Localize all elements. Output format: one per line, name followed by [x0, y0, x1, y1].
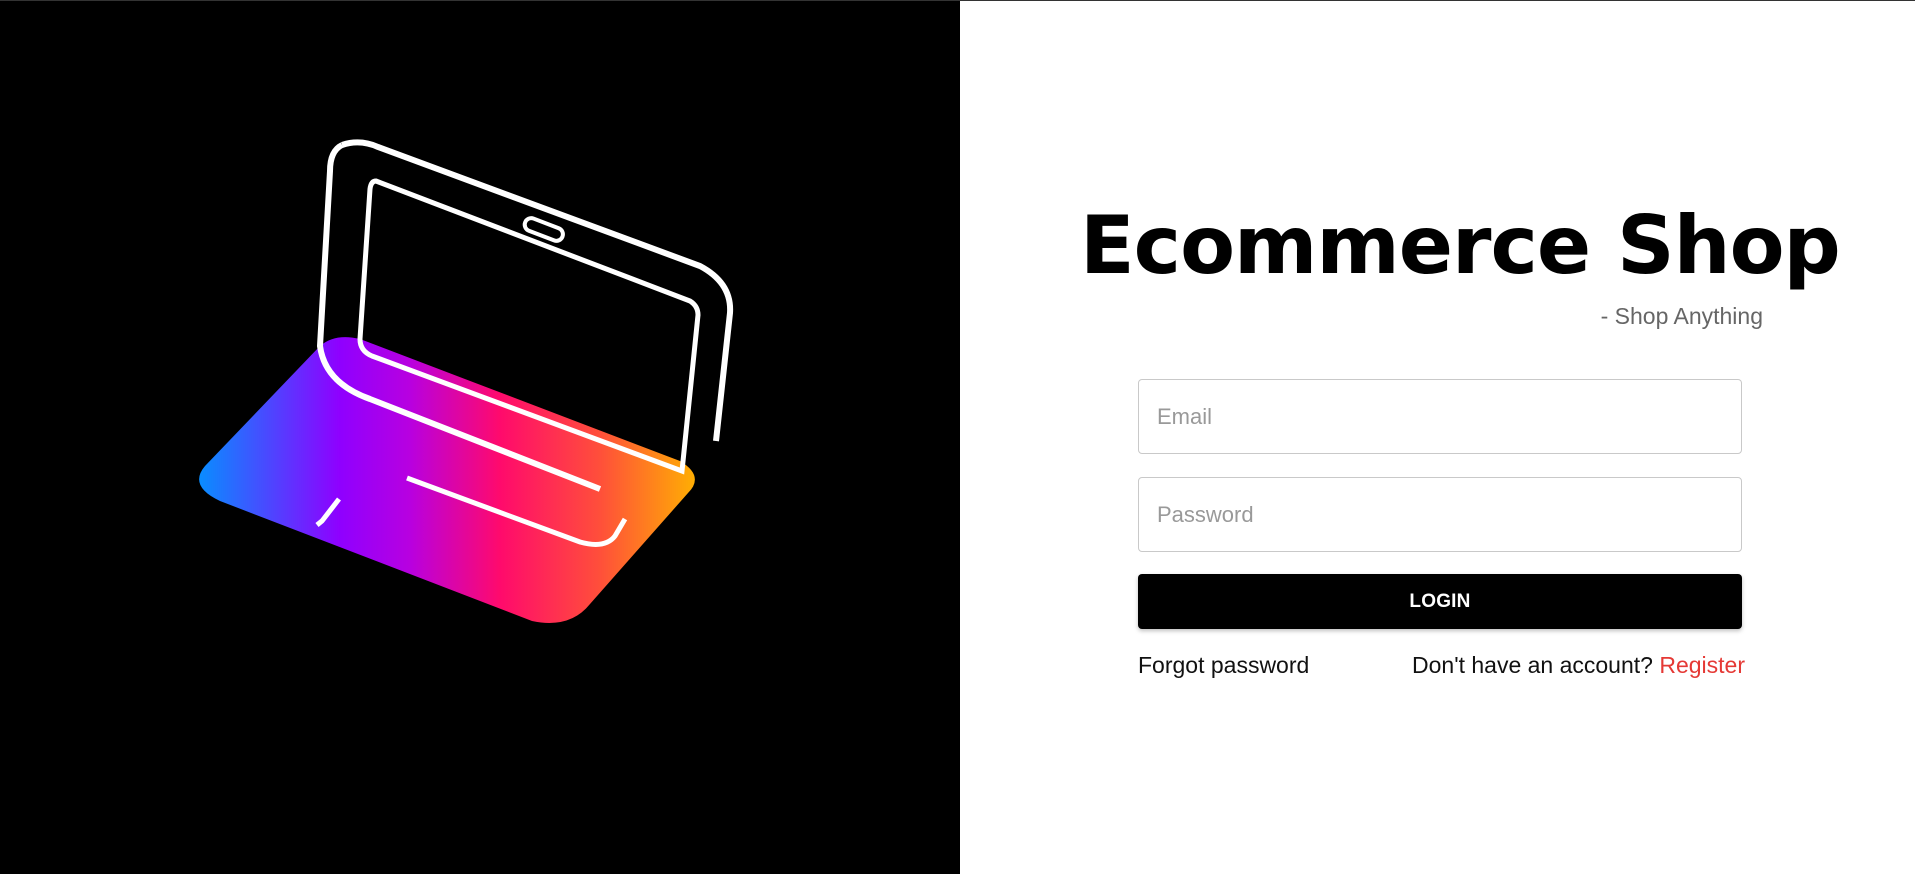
- login-page: Ecommerce Shop - Shop Anything LOGIN For…: [0, 0, 1915, 874]
- register-prompt: Don't have an account? Register: [1412, 652, 1745, 679]
- tagline: - Shop Anything: [1600, 303, 1763, 329]
- email-field[interactable]: [1138, 379, 1742, 454]
- forgot-password-link[interactable]: Forgot password: [1138, 652, 1309, 679]
- login-button[interactable]: LOGIN: [1138, 574, 1742, 629]
- laptop-illustration: [199, 139, 734, 623]
- laptop-base-shape: [199, 337, 695, 623]
- login-panel: Ecommerce Shop - Shop Anything LOGIN For…: [960, 1, 1915, 874]
- hero-panel: [0, 1, 960, 874]
- no-account-text: Don't have an account?: [1412, 652, 1653, 678]
- register-link[interactable]: Register: [1659, 652, 1745, 678]
- page-title: Ecommerce Shop: [1080, 199, 1841, 292]
- password-field[interactable]: [1138, 477, 1742, 552]
